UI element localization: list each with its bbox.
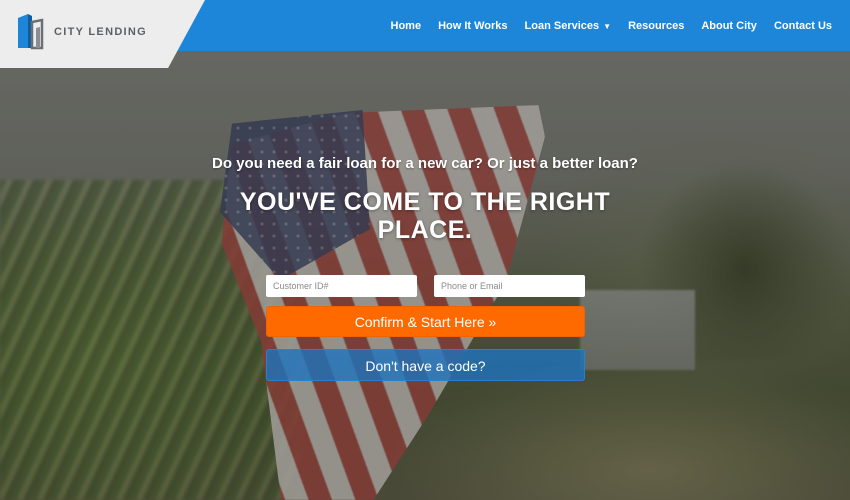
confirm-start-button[interactable]: Confirm & Start Here »: [266, 306, 585, 337]
main-nav: Home How It Works Loan Services ▼ Resourc…: [374, 0, 833, 51]
brand-name: CITY LENDING: [54, 26, 148, 38]
no-code-button[interactable]: Don't have a code?: [266, 349, 585, 381]
nav-how-it-works[interactable]: How It Works: [438, 20, 507, 32]
hero-headline: YOU'VE COME TO THE RIGHT PLACE.: [239, 188, 611, 244]
nav-loan-services-label: Loan Services: [524, 19, 600, 32]
city-lending-building-logo-icon: [18, 14, 44, 50]
nav-home[interactable]: Home: [391, 20, 422, 32]
hero-subtitle: Do you need a fair loan for a new car? O…: [212, 155, 638, 172]
nav-resources[interactable]: Resources: [628, 20, 684, 32]
customer-id-input[interactable]: [266, 275, 417, 297]
chevron-down-icon: ▼: [603, 21, 612, 31]
nav-about-city[interactable]: About City: [701, 20, 757, 32]
nav-loan-services[interactable]: Loan Services ▼: [525, 20, 612, 32]
hero-background: [0, 0, 850, 500]
hero-overlay: [0, 0, 850, 500]
phone-email-input[interactable]: [434, 275, 585, 297]
nav-contact-us[interactable]: Contact Us: [774, 20, 832, 32]
